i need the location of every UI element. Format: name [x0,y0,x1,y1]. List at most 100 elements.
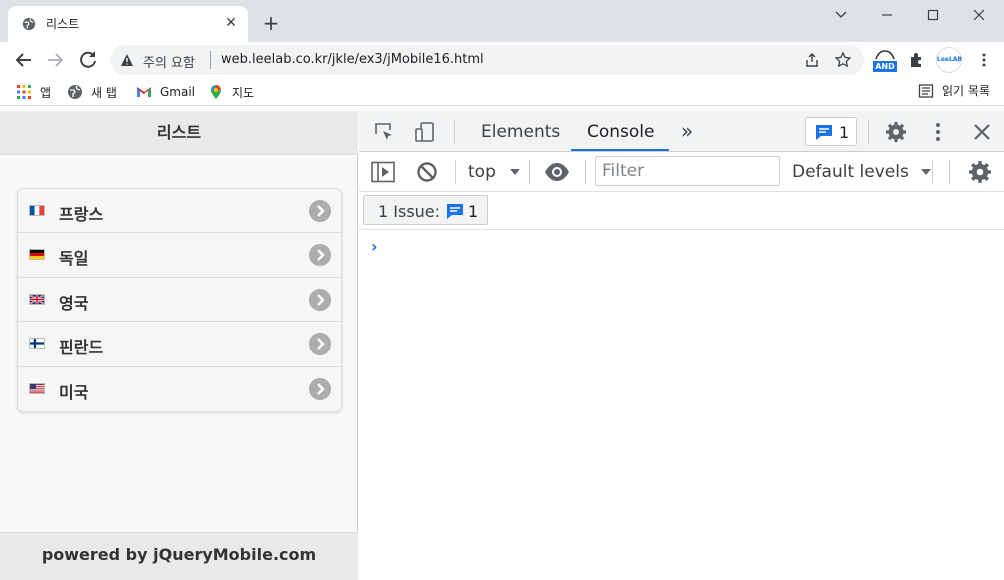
bookmark-gmail[interactable]: Gmail [136,82,195,102]
bookmark-label: Gmail [160,85,196,99]
maximize-button[interactable] [910,0,956,30]
toolbar-divider [529,160,530,184]
warning-icon[interactable] [120,53,134,67]
bookmark-label: 앱 [40,85,52,100]
bookmark-star-icon[interactable] [834,51,852,69]
chevron-right-icon [309,377,331,400]
eye-icon[interactable] [544,162,570,182]
omnibox-divider [210,51,211,69]
tab-title: 리스트 [46,17,80,31]
leelab-avatar[interactable]: LeeLAB [936,47,962,73]
list-item-germany[interactable]: 독일 [18,233,341,278]
message-icon [447,204,463,219]
console-prompt-icon[interactable]: › [371,237,378,256]
minimize-button[interactable] [864,0,910,30]
kebab-menu-icon[interactable] [976,52,992,68]
forward-arrow-icon[interactable] [43,48,67,72]
browser-tab[interactable]: 리스트 ✕ [8,6,248,42]
and-extension-icon[interactable]: AND [873,49,897,73]
device-toolbar-icon[interactable] [414,121,436,143]
dropdown-arrow-icon [921,169,932,175]
issues-chip-button[interactable]: 1 Issue: 1 [363,195,488,225]
tab-console[interactable]: Console [587,122,655,142]
reading-list-button[interactable]: 읽기 목록 [918,82,990,99]
germany-flag-icon [29,249,45,261]
toolbar-divider [454,120,455,144]
close-tab-icon[interactable]: ✕ [222,14,240,32]
context-selector[interactable]: top [468,162,521,182]
maps-pin-icon [211,85,221,99]
url-text[interactable]: web.leelab.co.kr/jkle/ex3/jMobile16.html [221,52,484,67]
globe-icon [22,17,36,31]
filter-input-box[interactable] [595,156,780,186]
list-item-label: 독일 [59,249,89,269]
list-item-label: 영국 [59,293,89,313]
active-tab-indicator [571,149,669,151]
new-tab-button[interactable]: + [260,12,282,34]
page-footer: powered by jQueryMobile.com [0,532,358,580]
context-value: top [468,162,496,182]
apps-grid-icon [17,85,31,99]
toolbar-divider [585,160,586,184]
log-levels-dropdown[interactable]: Default levels [792,162,932,182]
clear-console-icon[interactable] [416,161,438,183]
filter-input[interactable] [596,157,779,185]
console-settings-gear-icon[interactable] [968,160,992,184]
security-status[interactable]: 주의 요함 [143,52,195,71]
tab-elements[interactable]: Elements [481,122,560,142]
issues-label: 1 Issue: [378,202,441,221]
browser-toolbar: 주의 요함 web.leelab.co.kr/jkle/ex3/jMobile1… [0,42,1004,78]
dropdown-arrow-icon [510,169,521,175]
puzzle-extensions-icon[interactable] [908,51,926,69]
uk-flag-icon [29,293,45,305]
chevron-right-icon [309,200,331,222]
list-item-france[interactable]: 프랑스 [18,189,341,234]
mobile-page: 리스트 프랑스 독일 영국 핀란드 미국 powered by jQueryMo… [0,111,358,580]
share-icon[interactable] [804,52,820,68]
list-item-finland[interactable]: 핀란드 [18,322,341,367]
title-bar: 리스트 ✕ + [0,0,1004,42]
bookmark-label: 지도 [232,85,255,100]
gmail-icon [137,87,151,97]
bookmark-apps[interactable]: 앱 [16,82,51,102]
country-listview: 프랑스 독일 영국 핀란드 미국 [17,188,342,412]
message-icon [816,125,832,140]
list-item-label: 핀란드 [59,338,104,358]
chevron-right-icon [309,288,331,311]
issues-counter-button[interactable]: 1 [805,117,857,146]
finland-flag-icon [29,338,45,350]
close-window-button[interactable] [956,0,1002,30]
list-item-uk[interactable]: 영국 [18,277,341,323]
back-arrow-icon[interactable] [12,48,36,72]
page-title: 리스트 [0,111,358,155]
address-bar[interactable]: 주의 요함 web.leelab.co.kr/jkle/ex3/jMobile1… [110,45,864,75]
issues-chip-count: 1 [468,202,479,221]
list-item-label: 미국 [59,382,89,402]
reading-list-icon [918,83,934,98]
bookmark-maps[interactable]: 지도 [208,82,254,102]
reading-list-label: 읽기 목록 [942,84,990,98]
kebab-menu-icon[interactable] [927,121,949,143]
close-icon[interactable] [971,121,993,143]
and-badge: AND [873,61,897,72]
sidebar-toggle-icon[interactable] [371,161,395,183]
list-item-label: 프랑스 [59,205,104,224]
issues-bar: 1 Issue: 1 [359,192,1004,230]
toolbar-divider [868,120,869,144]
chevron-right-icon [309,244,331,267]
console-toolbar: top Default levels [359,152,1004,192]
bookmark-new-tab[interactable]: 새 탭 [67,82,117,102]
france-flag-icon [29,205,45,216]
bookmark-label: 새 탭 [91,85,117,100]
chevron-right-icon [309,333,331,356]
log-levels-value: Default levels [792,162,909,182]
toolbar-divider [455,160,456,184]
gear-icon[interactable] [885,121,907,143]
devtools-panel: Elements Console » 1 top Default levels [359,111,1004,580]
inspect-element-icon[interactable] [373,121,395,143]
reload-icon[interactable] [76,48,100,72]
chevron-down-icon[interactable] [818,0,864,30]
usa-flag-icon [29,382,45,394]
more-tabs-icon[interactable]: » [681,119,693,143]
list-item-usa[interactable]: 미국 [18,366,341,411]
